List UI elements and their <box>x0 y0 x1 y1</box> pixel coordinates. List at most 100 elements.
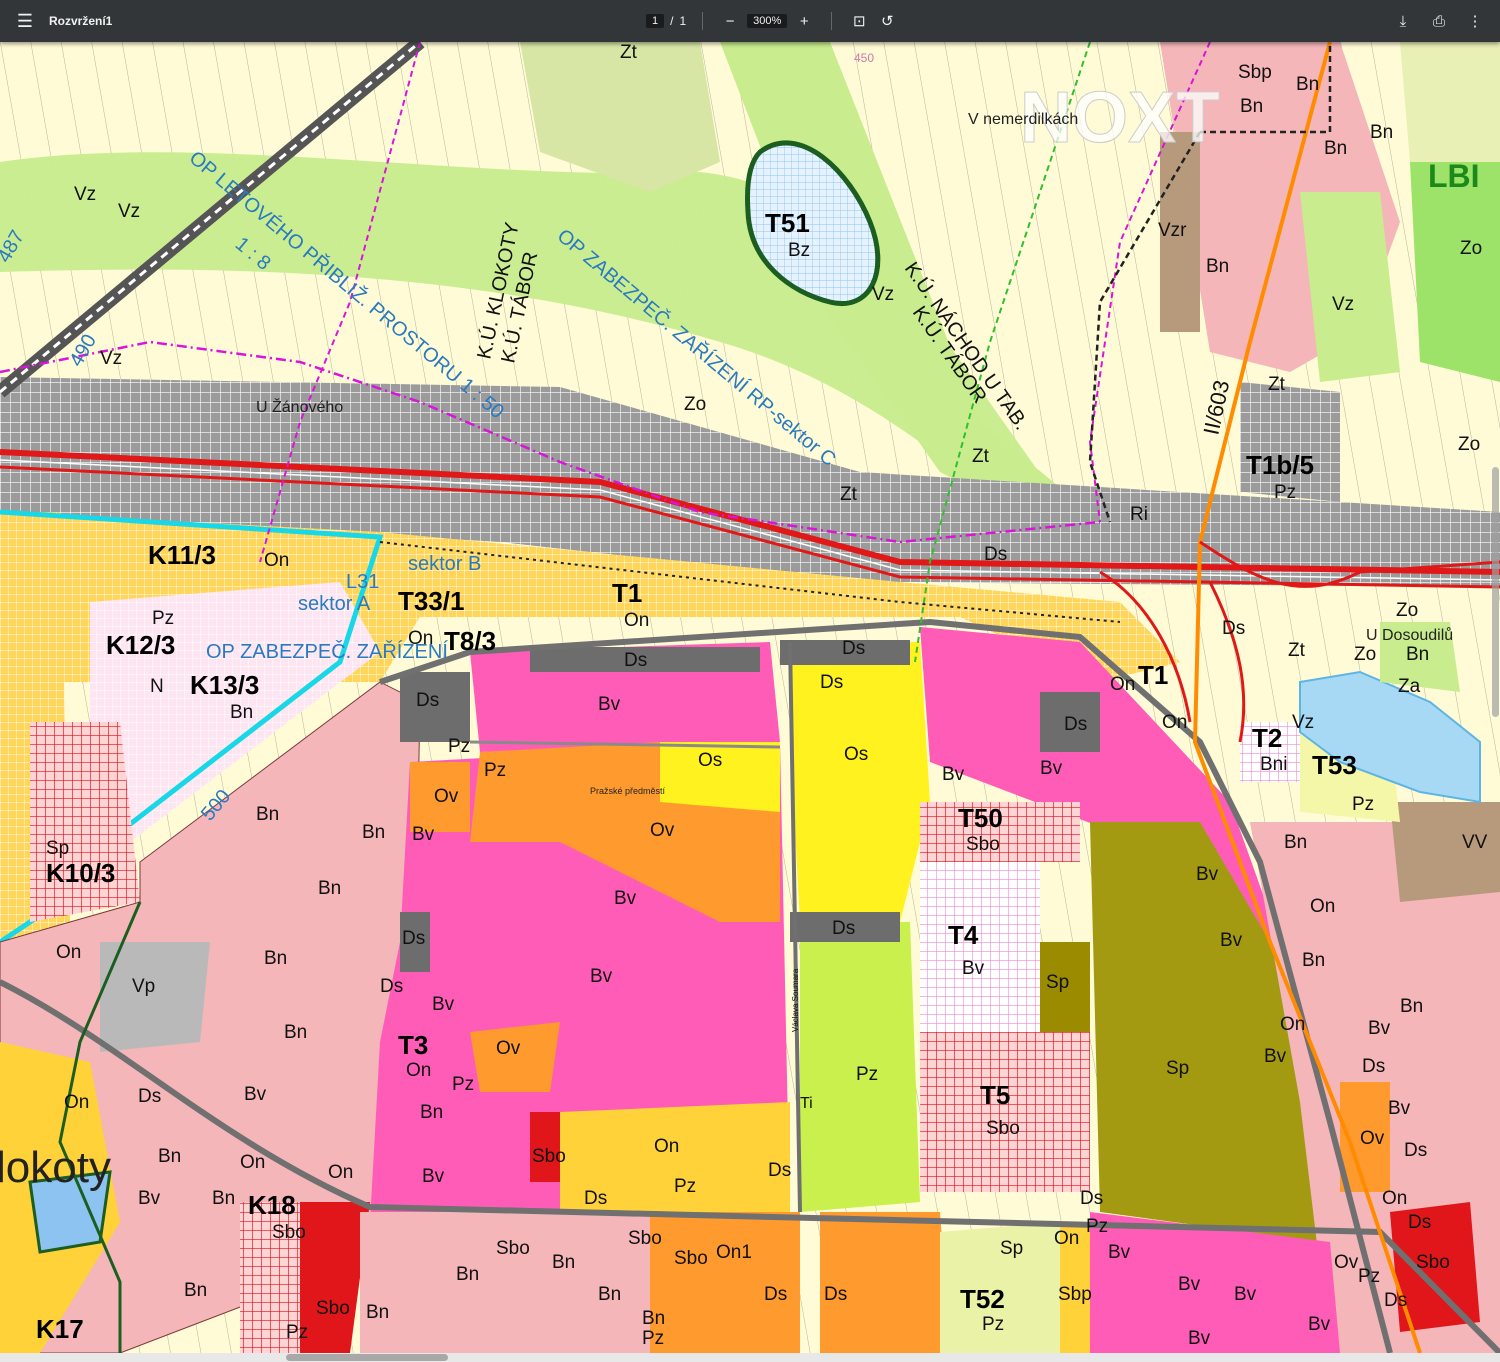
svg-text:Pz: Pz <box>1352 794 1374 815</box>
svg-text:Ds: Ds <box>624 650 647 671</box>
place-label: LBI <box>1428 158 1480 194</box>
svg-text:Ds: Ds <box>1404 1140 1427 1161</box>
svg-text:Ds: Ds <box>1080 1188 1103 1209</box>
svg-text:Pz: Pz <box>1358 1266 1380 1287</box>
svg-text:Zo: Zo <box>1460 238 1482 259</box>
svg-text:On: On <box>1310 896 1335 917</box>
svg-text:Vz: Vz <box>872 284 894 305</box>
svg-text:Bn: Bn <box>420 1102 443 1123</box>
svg-text:Bn: Bn <box>230 702 253 723</box>
svg-text:Pz: Pz <box>674 1176 696 1197</box>
svg-text:Bv: Bv <box>590 966 613 987</box>
svg-text:N: N <box>150 676 164 697</box>
svg-text:Bv: Bv <box>614 888 637 909</box>
more-vert-icon[interactable]: ⋮ <box>1464 12 1486 30</box>
svg-text:On: On <box>64 1092 89 1113</box>
svg-text:Bn: Bn <box>212 1188 235 1209</box>
svg-text:On: On <box>1054 1228 1079 1249</box>
svg-text:Zt: Zt <box>972 446 990 467</box>
svg-text:Sbo: Sbo <box>966 834 1000 855</box>
vertical-scroll-thumb[interactable] <box>1492 467 1499 717</box>
svg-text:Václava Soumara: Václava Soumara <box>791 968 800 1032</box>
svg-text:Ds: Ds <box>584 1188 607 1209</box>
zoom-out-button[interactable]: − <box>719 13 741 30</box>
zone-label: T5 <box>980 1080 1010 1110</box>
svg-text:Ov: Ov <box>1360 1128 1385 1149</box>
zone-label: T4 <box>948 920 979 950</box>
svg-text:Ds: Ds <box>380 976 403 997</box>
zone-label: T2 <box>1252 723 1282 753</box>
svg-text:Bn: Bn <box>1296 74 1319 95</box>
svg-text:Ds: Ds <box>824 1284 847 1305</box>
svg-text:Os: Os <box>844 744 868 765</box>
zone-label: K18 <box>248 1190 296 1220</box>
zone-label: T1b/5 <box>1246 450 1314 480</box>
horizontal-scrollbar[interactable] <box>0 1353 1500 1362</box>
svg-text:Ov: Ov <box>496 1038 521 1059</box>
svg-text:Ov: Ov <box>434 786 459 807</box>
svg-text:Bn: Bn <box>1406 644 1429 665</box>
svg-text:Bni: Bni <box>1260 754 1287 775</box>
print-icon[interactable]: ⎙ <box>1428 13 1450 30</box>
svg-text:Bv: Bv <box>422 1166 445 1187</box>
svg-text:Pz: Pz <box>286 1322 308 1343</box>
zone-label: T8/3 <box>444 626 496 656</box>
horizontal-scroll-thumb[interactable] <box>286 1354 448 1361</box>
page-number-input[interactable]: 1 <box>646 14 665 28</box>
rotate-icon[interactable]: ↺ <box>876 12 898 30</box>
svg-text:Bv: Bv <box>1040 758 1063 779</box>
svg-text:Ds: Ds <box>842 638 865 659</box>
fit-page-icon[interactable]: ⊡ <box>848 12 870 30</box>
zone-label: T51 <box>765 208 810 238</box>
svg-text:Bv: Bv <box>138 1188 161 1209</box>
download-icon[interactable]: ⤓ <box>1392 13 1414 30</box>
svg-text:sektor A: sektor A <box>298 593 371 615</box>
zone-label: K11/3 <box>148 540 216 570</box>
svg-text:Bn: Bn <box>184 1280 207 1301</box>
page-total: 1 <box>679 14 687 28</box>
zone-label: T52 <box>960 1284 1005 1314</box>
svg-text:Bn: Bn <box>1302 950 1325 971</box>
svg-text:Sbo: Sbo <box>272 1222 306 1243</box>
svg-text:Ds: Ds <box>416 690 439 711</box>
svg-text:Bv: Bv <box>1308 1314 1331 1335</box>
svg-text:Bn: Bn <box>256 804 279 825</box>
svg-text:On: On <box>328 1162 353 1183</box>
svg-text:Ti: Ti <box>800 1095 813 1112</box>
svg-text:Zo: Zo <box>1354 644 1376 665</box>
svg-text:VV: VV <box>1462 832 1488 853</box>
svg-text:Pz: Pz <box>1086 1216 1108 1237</box>
land-use-map: NOXT T51 T1 T33/1 T8/3 K11/3 K12/3 K13/3… <box>0 42 1500 1353</box>
svg-text:Ds: Ds <box>1362 1056 1385 1077</box>
svg-text:Pz: Pz <box>452 1074 474 1095</box>
svg-text:Bn: Bn <box>318 878 341 899</box>
svg-text:Ds: Ds <box>138 1086 161 1107</box>
zone-label: T53 <box>1312 750 1357 780</box>
svg-text:Bn: Bn <box>552 1252 575 1273</box>
zone-label: T3 <box>398 1030 428 1060</box>
svg-text:Bn: Bn <box>1324 138 1347 159</box>
svg-text:Bv: Bv <box>432 994 455 1015</box>
svg-text:Bv: Bv <box>1220 930 1243 951</box>
svg-text:On: On <box>1162 712 1187 733</box>
svg-text:Za: Za <box>1398 676 1421 697</box>
page-separator: / <box>670 14 674 28</box>
zoom-in-button[interactable]: + <box>793 13 815 30</box>
pdf-viewport[interactable]: NOXT T51 T1 T33/1 T8/3 K11/3 K12/3 K13/3… <box>0 42 1500 1353</box>
zone-label: T50 <box>958 803 1003 833</box>
svg-text:Pz: Pz <box>856 1064 878 1085</box>
divider <box>831 12 833 30</box>
svg-text:Ds: Ds <box>402 928 425 949</box>
svg-text:Bv: Bv <box>1234 1284 1257 1305</box>
place-label: U Dosoudilů <box>1366 626 1453 644</box>
svg-text:Vz: Vz <box>100 348 122 369</box>
svg-text:Bv: Bv <box>1368 1018 1391 1039</box>
svg-text:Ri: Ri <box>1130 504 1148 525</box>
svg-text:Bn: Bn <box>1206 256 1229 277</box>
vertical-scrollbar[interactable] <box>1491 42 1500 1353</box>
svg-text:Bn: Bn <box>1284 832 1307 853</box>
menu-icon[interactable]: ☰ <box>12 0 38 42</box>
svg-text:Sbo: Sbo <box>674 1248 708 1269</box>
svg-text:On: On <box>624 610 649 631</box>
zoom-level-input[interactable]: 300% <box>747 14 788 28</box>
